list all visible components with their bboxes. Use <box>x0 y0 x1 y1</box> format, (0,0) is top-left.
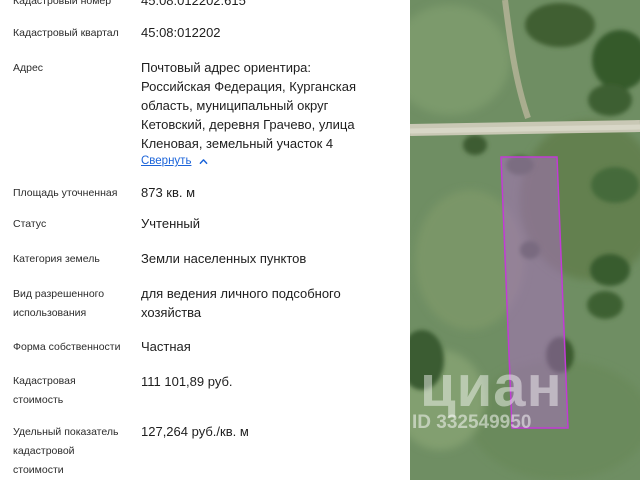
value-ownership: Частная <box>141 339 191 354</box>
label-line: Кадастровая <box>13 375 76 387</box>
value-land-category: Земли населенных пунктов <box>141 251 307 266</box>
property-info-panel: Кадастровый номер 45:08:012202:615 Кадас… <box>0 0 410 480</box>
label-ownership: Форма собственности <box>13 341 121 353</box>
label-status: Статус <box>13 218 47 230</box>
label-address: Адрес <box>13 62 44 74</box>
label-land-category: Категория земель <box>13 253 100 265</box>
label-line: Удельный показатель <box>13 426 119 438</box>
value-line: хозяйства <box>141 305 202 320</box>
address-line: область, муниципальный округ <box>141 98 329 113</box>
label-cadastral-quarter: Кадастровый квартал <box>13 27 119 39</box>
label-line: стоимость <box>13 394 64 406</box>
address-line: Кетовский, деревня Грачево, улица <box>141 117 355 132</box>
value-permitted-use: для ведения личного подсобного хозяйства <box>141 284 403 322</box>
value-address: Почтовый адрес ориентира: Российская Фед… <box>141 58 403 153</box>
chevron-up-icon <box>200 158 208 164</box>
value-area: 873 кв. м <box>141 185 196 200</box>
label-specific-value: Удельный показатель кадастровой стоимост… <box>13 423 133 480</box>
collapse-label: Свернуть <box>141 155 192 167</box>
value-cadastral-number[interactable]: 45:08:012202:615 <box>141 0 403 10</box>
label-line: кадастровой <box>13 445 75 457</box>
label-permitted-use: Вид разрешенного использования <box>13 285 133 323</box>
cian-watermark: циан <box>420 354 563 419</box>
label-line: стоимости <box>13 464 64 476</box>
label-cadastral-number: Кадастровый номер <box>13 0 112 7</box>
label-line: использования <box>13 307 87 319</box>
address-line: Почтовый адрес ориентира: <box>141 60 312 75</box>
label-cadastral-value: Кадастровая стоимость <box>13 372 133 410</box>
address-line: Кленовая, земельный участок 4 <box>141 136 334 151</box>
value-cadastral-value: 111 101,89 руб. <box>141 374 233 389</box>
address-line: Российская Федерация, Курганская <box>141 79 357 94</box>
value-line: для ведения личного подсобного <box>141 286 341 301</box>
listing-id-watermark: ID 332549950 <box>412 412 532 433</box>
label-line: Вид разрешенного <box>13 288 105 300</box>
label-area: Площадь уточненная <box>13 187 118 199</box>
value-specific-value: 127,264 руб./кв. м <box>141 424 249 439</box>
value-status: Учтенный <box>141 216 201 231</box>
value-cadastral-quarter[interactable]: 45:08:012202 <box>141 23 403 42</box>
collapse-address-link[interactable]: Свернуть <box>141 152 208 170</box>
